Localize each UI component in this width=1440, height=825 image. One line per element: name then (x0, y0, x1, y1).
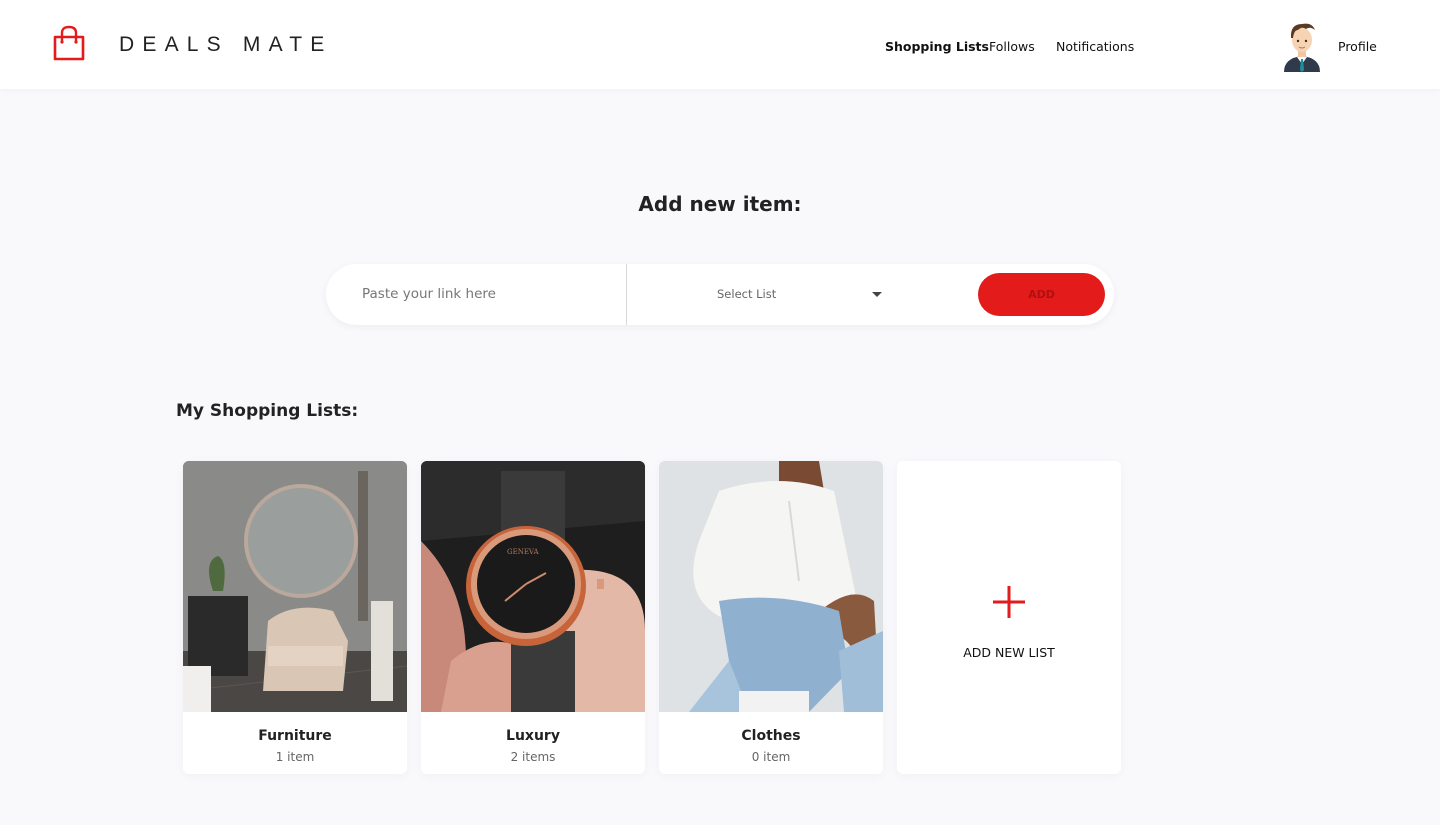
card-name: Luxury (506, 728, 560, 744)
card-item-count: 0 item (751, 750, 791, 764)
card-item-count: 1 item (275, 750, 315, 764)
add-item-bar: Select List ADD (326, 264, 1114, 325)
top-navigation-bar: DEALS MATE Shopping Lists Follows Notifi… (0, 0, 1440, 89)
card-name: Clothes (741, 728, 801, 744)
clothes-image (659, 461, 883, 712)
furniture-image (183, 461, 407, 712)
link-input[interactable] (362, 284, 612, 304)
select-list-label: Select List (717, 287, 777, 301)
shopping-lists-title: My Shopping Lists: (176, 401, 359, 421)
card-name: Furniture (258, 728, 332, 744)
plus-icon[interactable] (992, 585, 1026, 619)
avatar[interactable] (1282, 20, 1322, 72)
list-card-luxury[interactable]: GENEVA Luxury 2 items (421, 461, 645, 774)
brand-name[interactable]: DEALS MATE (119, 33, 332, 57)
add-item-title: Add new item: (638, 192, 802, 216)
caret-down-icon (872, 292, 882, 297)
list-card-clothes[interactable]: Clothes 0 item (659, 461, 883, 774)
add-new-list-label[interactable]: ADD NEW LIST (897, 645, 1121, 660)
nav-shopping-lists[interactable]: Shopping Lists (885, 39, 989, 54)
nav-profile[interactable]: Profile (1338, 39, 1377, 54)
shopping-bag-icon[interactable] (52, 25, 86, 61)
nav-follows[interactable]: Follows (989, 39, 1035, 54)
list-card-furniture[interactable]: Furniture 1 item (183, 461, 407, 774)
luxury-watch-image: GENEVA (421, 461, 645, 712)
add-new-list-card[interactable]: ADD NEW LIST (897, 461, 1121, 774)
add-button[interactable]: ADD (978, 273, 1105, 316)
svg-text:GENEVA: GENEVA (507, 548, 540, 556)
select-list-dropdown[interactable]: Select List (627, 264, 887, 325)
nav-notifications[interactable]: Notifications (1056, 39, 1134, 54)
card-item-count: 2 items (510, 750, 556, 764)
